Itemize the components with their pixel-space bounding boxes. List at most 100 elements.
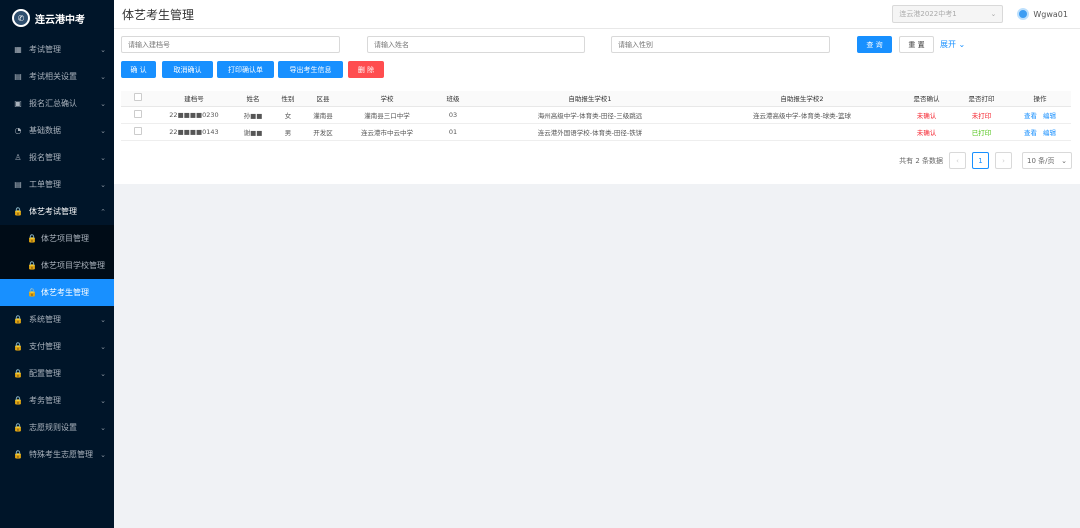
cell-school2: 连云港高级中学-体育类-球类-篮球 bbox=[705, 106, 899, 124]
sidebar-item-payment-management[interactable]: 🔒 支付管理 ⌄ bbox=[0, 333, 114, 360]
column-header: 学校 bbox=[343, 91, 431, 107]
logo-icon: ✆ bbox=[12, 9, 30, 27]
select-all-checkbox[interactable] bbox=[134, 93, 142, 102]
user-menu[interactable]: Wgwa01 bbox=[1017, 8, 1068, 20]
cell-district: 开发区 bbox=[303, 123, 343, 141]
cell-archive-id: 22■■■■0143 bbox=[155, 123, 233, 141]
cell-actions: 查看 编辑 bbox=[1009, 123, 1071, 141]
chevron-down-icon: ⌄ bbox=[100, 450, 106, 459]
view-link[interactable]: 查看 bbox=[1024, 112, 1037, 120]
chevron-down-icon: ⌄ bbox=[100, 342, 106, 351]
lock-icon: 🔒 bbox=[13, 342, 23, 351]
sidebar-item-ticket-management[interactable]: ▤ 工单管理 ⌄ bbox=[0, 171, 114, 198]
column-header: 区县 bbox=[303, 91, 343, 107]
cell-name: 孙■■ bbox=[233, 106, 273, 124]
sidebar-item-sports-arts-exam[interactable]: 🔒 体艺考试管理 ⌃ bbox=[0, 198, 114, 225]
cell-class: 03 bbox=[431, 106, 475, 124]
cancel-confirm-button[interactable]: 取消确认 bbox=[162, 61, 213, 78]
doc-icon: ▤ bbox=[14, 180, 22, 189]
search-bar: 查 询 重 置 展开 ⌄ bbox=[121, 36, 1071, 53]
sidebar-item-registration-management[interactable]: ♙ 报名管理 ⌄ bbox=[0, 144, 114, 171]
query-button[interactable]: 查 询 bbox=[857, 36, 892, 53]
sidebar-item-system-management[interactable]: 🔒 系统管理 ⌄ bbox=[0, 306, 114, 333]
cell-archive-id: 22■■■■0230 bbox=[155, 106, 233, 124]
sidebar-item-volunteer-rules[interactable]: 🔒 志愿规则设置 ⌄ bbox=[0, 414, 114, 441]
cell-printed: 未打印 bbox=[954, 106, 1009, 124]
cell-school2 bbox=[705, 123, 899, 141]
prev-page-button[interactable]: ‹ bbox=[949, 152, 966, 169]
view-link[interactable]: 查看 bbox=[1024, 129, 1037, 137]
sidebar-subitem-project-management[interactable]: 🔒 体艺项目管理 bbox=[0, 225, 114, 252]
edit-link[interactable]: 编辑 bbox=[1043, 129, 1056, 137]
archive-id-input[interactable] bbox=[121, 36, 340, 53]
column-header: 是否确认 bbox=[899, 91, 954, 107]
sidebar-submenu: 🔒 体艺项目管理 🔒 体艺项目学校管理 🔒 体艺考生管理 bbox=[0, 225, 114, 306]
row-checkbox[interactable] bbox=[134, 109, 142, 118]
lock-icon: 🔒 bbox=[13, 423, 23, 432]
chevron-down-icon: ⌄ bbox=[100, 180, 106, 189]
app-title: 连云港中考 bbox=[35, 14, 85, 26]
cell-school1: 海州高级中学-体育类-田径-三级跳远 bbox=[475, 106, 705, 124]
page-size-select[interactable]: 10 条/页 ⌄ bbox=[1022, 152, 1072, 169]
expand-toggle[interactable]: 展开 ⌄ bbox=[940, 36, 965, 53]
lock-icon: 🔒 bbox=[27, 261, 37, 270]
reset-button[interactable]: 重 置 bbox=[899, 36, 934, 53]
user-icon: ♙ bbox=[14, 153, 22, 162]
main-content: 查 询 重 置 展开 ⌄ 确 认 取消确认 打印确认单 导出考生信息 删 除 建… bbox=[114, 29, 1080, 184]
cell-class: 01 bbox=[431, 123, 475, 141]
sidebar-item-label: 基础数据 bbox=[29, 126, 61, 135]
lock-icon: 🔒 bbox=[13, 369, 23, 378]
chevron-down-icon: ⌄ bbox=[100, 153, 106, 162]
next-page-button[interactable]: › bbox=[995, 152, 1012, 169]
column-header: 建档号 bbox=[155, 91, 233, 107]
chevron-down-icon: ⌄ bbox=[100, 99, 106, 108]
cell-actions: 查看 编辑 bbox=[1009, 106, 1071, 124]
sidebar-item-label: 特殊考生志愿管理 bbox=[29, 450, 93, 459]
sidebar-item-registration-summary[interactable]: ▣ 报名汇总确认 ⌄ bbox=[0, 90, 114, 117]
chevron-down-icon: ⌄ bbox=[990, 10, 997, 18]
cell-school: 灌南县三口中学 bbox=[343, 106, 431, 124]
chevron-down-icon: ⌄ bbox=[100, 423, 106, 432]
column-header: 性别 bbox=[273, 91, 303, 107]
sidebar-item-exam-management[interactable]: ▦ 考试管理 ⌄ bbox=[0, 36, 114, 63]
lock-icon: 🔒 bbox=[13, 396, 23, 405]
sidebar-item-exam-settings[interactable]: ▤ 考试相关设置 ⌄ bbox=[0, 63, 114, 90]
sidebar-subitem-candidate-management[interactable]: 🔒 体艺考生管理 bbox=[0, 279, 114, 306]
table-row: 22■■■■0143 谢■■ 男 开发区 连云港市中云中学 01 连云港外国语学… bbox=[121, 123, 1071, 141]
print-confirm-button[interactable]: 打印确认单 bbox=[217, 61, 274, 78]
sidebar-item-config-management[interactable]: 🔒 配置管理 ⌄ bbox=[0, 360, 114, 387]
gender-input[interactable] bbox=[611, 36, 830, 53]
sidebar-subitem-label: 体艺考生管理 bbox=[41, 288, 89, 297]
exam-select[interactable]: 连云港2022中考1 ⌄ bbox=[892, 5, 1004, 23]
app-logo[interactable]: ✆ 连云港中考 bbox=[0, 0, 114, 36]
sidebar-item-label: 考试相关设置 bbox=[29, 72, 77, 81]
page-number[interactable]: 1 bbox=[972, 152, 989, 169]
column-header: 自助报生学校1 bbox=[475, 91, 705, 107]
user-name: Wgwa01 bbox=[1033, 9, 1068, 19]
sidebar-item-label: 工单管理 bbox=[29, 180, 61, 189]
sidebar-item-exam-affairs[interactable]: 🔒 考务管理 ⌄ bbox=[0, 387, 114, 414]
edit-link[interactable]: 编辑 bbox=[1043, 112, 1056, 120]
sidebar-subitem-label: 体艺项目管理 bbox=[41, 234, 89, 243]
cell-confirmed: 未确认 bbox=[899, 123, 954, 141]
export-button[interactable]: 导出考生信息 bbox=[278, 61, 343, 78]
delete-button[interactable]: 删 除 bbox=[348, 61, 384, 78]
sidebar-item-special-volunteer[interactable]: 🔒 特殊考生志愿管理 ⌄ bbox=[0, 441, 114, 468]
sidebar-item-label: 考务管理 bbox=[29, 396, 61, 405]
total-count: 共有 2 条数据 bbox=[899, 156, 943, 165]
sidebar-subitem-project-school-management[interactable]: 🔒 体艺项目学校管理 bbox=[0, 252, 114, 279]
action-bar: 确 认 取消确认 打印确认单 导出考生信息 删 除 bbox=[121, 61, 521, 78]
sidebar-item-base-data[interactable]: ◔ 基础数据 ⌄ bbox=[0, 117, 114, 144]
page-title: 体艺考生管理 bbox=[122, 7, 195, 22]
chevron-down-icon: ⌄ bbox=[100, 396, 106, 405]
chevron-down-icon: ⌄ bbox=[100, 72, 106, 81]
name-input[interactable] bbox=[367, 36, 585, 53]
pie-icon: ◔ bbox=[14, 126, 22, 135]
confirm-button[interactable]: 确 认 bbox=[121, 61, 156, 78]
sidebar-item-label: 支付管理 bbox=[29, 342, 61, 351]
cell-gender: 男 bbox=[273, 123, 303, 141]
sidebar-item-label: 体艺考试管理 bbox=[29, 207, 77, 216]
row-checkbox[interactable] bbox=[134, 126, 142, 135]
cell-school: 连云港市中云中学 bbox=[343, 123, 431, 141]
column-header: 自助报生学校2 bbox=[705, 91, 899, 107]
